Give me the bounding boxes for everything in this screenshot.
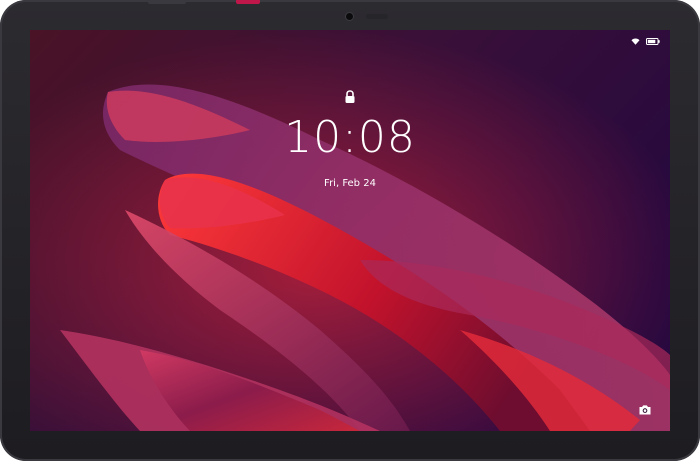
lockscreen-date: Fri, Feb 24 (324, 178, 376, 189)
lockscreen-clock: 10:08 (284, 112, 416, 163)
power-button[interactable] (236, 0, 260, 4)
front-camera (346, 13, 353, 20)
lock-screen[interactable]: 10:08 Fri, Feb 24 (30, 30, 670, 431)
battery-icon (646, 38, 660, 45)
lock-icon (345, 90, 355, 103)
wifi-icon (631, 38, 640, 45)
status-bar (631, 38, 660, 45)
tablet-frame: 10:08 Fri, Feb 24 (0, 0, 700, 461)
volume-button[interactable] (148, 0, 186, 4)
camera-icon[interactable] (638, 403, 652, 417)
ambient-sensor (366, 14, 388, 19)
